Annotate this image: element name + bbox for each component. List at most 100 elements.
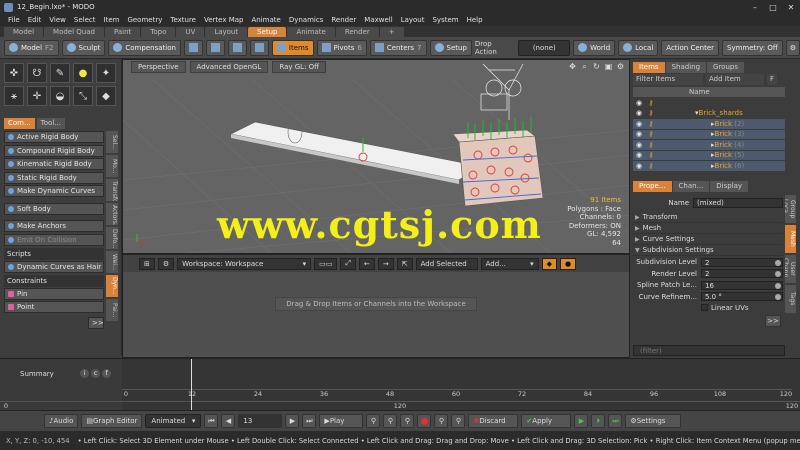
go-start-button[interactable]: ⏮ [204,414,219,428]
section-mesh[interactable]: ▶ Mesh [633,223,783,234]
tool-pin[interactable]: Pin [4,287,104,300]
menu-select[interactable]: Select [70,16,100,24]
filter-key-button[interactable]: F [767,74,778,85]
workspace-settings-button[interactable]: ⚙ [157,257,175,270]
lock-icon[interactable]: ⚷ [645,141,657,149]
tree-row[interactable]: ◉ ⚷ ▸ Brick (4) [633,140,785,151]
layout-tab-uv[interactable]: UV [176,27,205,37]
locator-tool-icon[interactable]: ✦ [96,63,116,83]
vertices-mode-button[interactable] [183,39,203,56]
bone-tool-icon[interactable]: ✎ [50,63,70,83]
tool-soft-body[interactable]: Soft Body [4,202,104,215]
menu-vertex-map[interactable]: Vertex Map [200,16,248,24]
vtab-pai[interactable]: Pai... [106,299,118,321]
compensation-button[interactable]: Compensation [108,39,181,56]
tools-more-button[interactable]: >> [88,317,104,329]
centers-button[interactable]: Centers 7 [369,39,427,56]
settings-button[interactable]: ⚙ Settings [625,414,682,428]
maximize-view-icon[interactable]: ▣ [604,62,613,72]
workspace-panel[interactable]: ⊞ ⚙ Workspace: Workspace ▾ ▭▭ ⤢ ← → ⇱ Add… [122,254,630,358]
items-mode-button[interactable]: Items [271,39,314,56]
symmetry-button[interactable]: Symmetry: Off [722,39,783,56]
step-forward-button[interactable]: ⏵ [591,414,606,428]
timeline-playhead[interactable] [191,359,192,411]
workspace-back-button[interactable]: ← [359,257,375,270]
action-center-button[interactable]: Action Center [661,39,720,56]
tool-static-rigid-body[interactable]: Static Rigid Body [4,171,104,184]
filter-items-button[interactable]: Filter Items [633,74,703,85]
minimize-icon[interactable]: – [746,0,764,14]
workspace-icon-button[interactable]: ⊞ [139,257,155,270]
prev-key-button[interactable]: ◀ [221,414,236,428]
properties-filter-input[interactable]: (filter) [633,345,785,356]
timeline[interactable]: Summary i c f 0 12 24 36 48 60 72 84 96 108 120 0 1… [0,358,800,411]
layout-tab-paint[interactable]: Paint [104,27,141,37]
rotate-view-icon[interactable]: ↻ [592,62,601,72]
animation-mode-select[interactable]: Animated ▾ [145,414,202,428]
workspace-fit-button[interactable]: ⤢ [340,257,356,270]
layout-tab-setup[interactable]: Setup [248,27,287,37]
tool-make-dynamic-curves[interactable]: Make Dynamic Curves [4,185,104,197]
linear-uvs-checkbox[interactable] [701,304,708,311]
tree-row[interactable]: ◉ ⚷ ▸ Brick (6) [633,161,785,172]
scale-tool-icon[interactable]: ⤡ [73,86,93,106]
local-button[interactable]: Local [618,39,659,56]
info-icon[interactable]: i [80,369,89,378]
eye-icon[interactable]: ◉ [633,99,645,107]
rvtab-mesh[interactable]: Mesh [785,225,796,253]
section-curve-settings[interactable]: ▶ Curve Settings [633,234,783,245]
section-subdivision-settings[interactable]: ▼ Subdivision Settings [633,245,783,256]
tool-kinematic-rigid-body[interactable]: Kinematic Rigid Body [4,158,104,170]
layout-tab-animate[interactable]: Animate [287,27,335,37]
key-button-4[interactable]: ⚲ [434,414,449,428]
current-frame-input[interactable]: 13 [238,414,283,428]
prop-tab-chan[interactable]: Chan... [672,181,710,192]
rvtab-group-loca[interactable]: Group Loca... [785,195,796,223]
prop-tab-display[interactable]: Display [710,181,749,192]
menu-help[interactable]: Help [463,16,487,24]
name-field[interactable]: (mixed) [693,198,783,208]
model-mode-button[interactable]: Model F2 [4,39,59,56]
key-button-5[interactable]: ⚲ [451,414,466,428]
shading-button[interactable]: Advanced OpenGL [189,61,269,73]
eye-icon[interactable]: ◉ [633,141,645,149]
tree-row[interactable]: ◉ ⚷ [633,98,785,109]
drop-action-select[interactable]: (none) [518,39,571,56]
prop-value-field[interactable]: 16 [701,280,783,290]
add-item-button[interactable]: Add Item [706,74,764,85]
workspace-expand-button[interactable]: ⇱ [396,257,413,270]
lock-icon[interactable]: ⚷ [645,130,657,138]
lock-icon[interactable]: ⚷ [645,99,657,107]
menu-system[interactable]: System [428,16,462,24]
play-button[interactable]: ▶ Play [319,414,364,428]
layout-tab-topo[interactable]: Topo [141,27,176,37]
vtab-dyn[interactable]: Dyn... [106,275,118,297]
discard-button[interactable]: ✖ Discard [468,414,519,428]
key-button-2[interactable]: ⚲ [383,414,398,428]
add-selected-button[interactable]: Add Selected [415,257,478,270]
items-tab-groups[interactable]: Groups [707,62,744,73]
workspace-layout-button[interactable]: ▭▭ [314,257,338,270]
left-tab-tool[interactable]: Tool... [36,118,65,129]
layout-tab-add[interactable]: + [379,27,404,37]
eye-icon[interactable]: ◉ [633,151,645,159]
menu-texture[interactable]: Texture [166,16,200,24]
key-button-3[interactable]: ⚲ [400,414,415,428]
raygl-button[interactable]: Ray GL: Off [272,61,326,73]
prop-value-field[interactable]: 5.0 ° [701,292,783,301]
setup-button[interactable]: Setup [429,39,472,56]
tool-make-anchors[interactable]: Make Anchors [4,220,104,232]
menu-render[interactable]: Render [327,16,360,24]
prop-value-field[interactable]: 2 [701,257,783,267]
tree-row[interactable]: ◉ ⚷ ▸ Brick (5) [633,150,785,161]
apply-button[interactable]: ✔ Apply [521,414,572,428]
view-options-icon[interactable]: ⚙ [616,62,625,72]
vtab-defo[interactable]: Defo... [106,227,118,249]
vtab-mo[interactable]: Mo... [106,155,118,177]
menu-file[interactable]: File [4,16,24,24]
workspace-select[interactable]: Workspace: Workspace ▾ [177,257,312,270]
menu-geometry[interactable]: Geometry [123,16,166,24]
drop-tool-icon[interactable]: ◆ [96,86,116,106]
go-end-button[interactable]: ⏭ [302,414,317,428]
menu-maxwell[interactable]: Maxwell [360,16,396,24]
